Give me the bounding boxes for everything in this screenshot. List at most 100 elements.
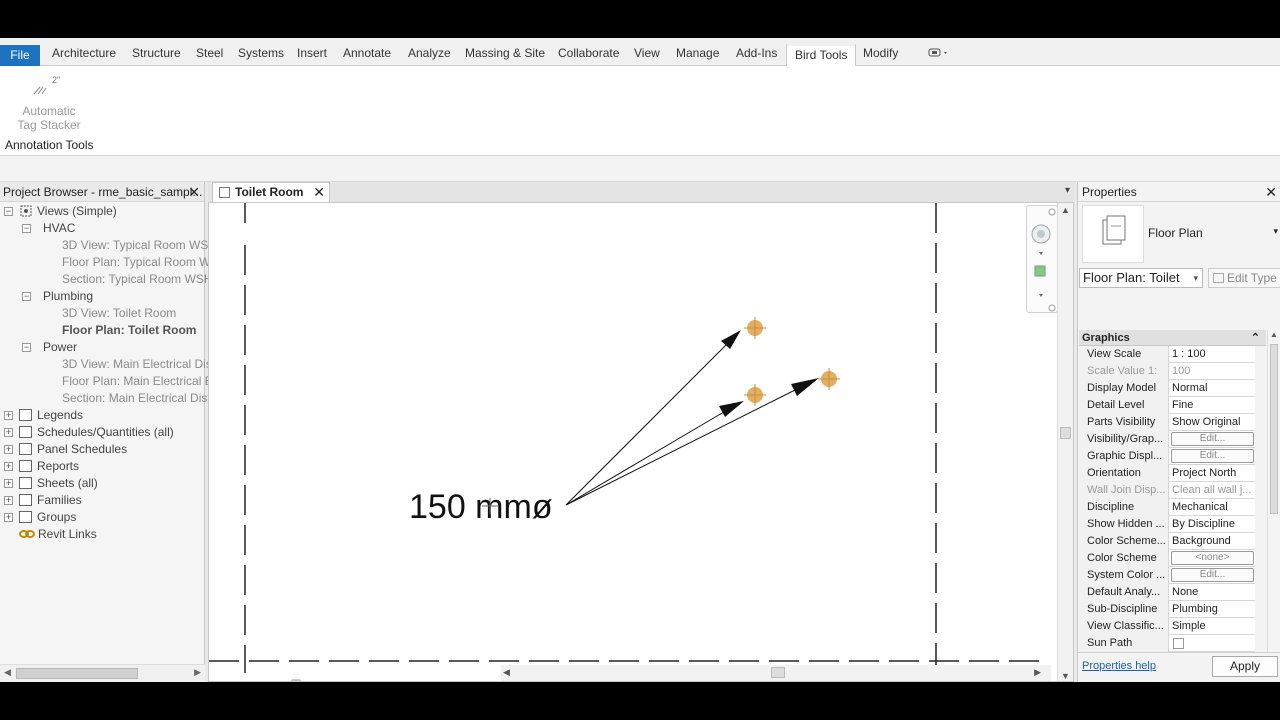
- prop-value[interactable]: Simple: [1170, 618, 1255, 635]
- prop-view-scale[interactable]: View Scale 1 : 100: [1079, 346, 1255, 363]
- tab-annotate[interactable]: Annotate: [343, 43, 391, 63]
- expand-icon[interactable]: +: [4, 428, 13, 437]
- tab-steel[interactable]: Steel: [196, 43, 223, 63]
- visibility-graphics-edit-button[interactable]: Edit...: [1171, 432, 1254, 446]
- tab-insert[interactable]: Insert: [297, 43, 327, 63]
- group-graphics[interactable]: Graphics ⌃: [1079, 330, 1266, 346]
- tree-plumbing[interactable]: Plumbing: [43, 288, 93, 305]
- prop-graphic-display[interactable]: Graphic Displ... Edit...: [1079, 448, 1255, 465]
- tree-item-section-main-electrical[interactable]: Section: Main Electrical Distr: [62, 390, 215, 407]
- scrollbar-thumb[interactable]: [16, 668, 138, 679]
- tree-item-floor-plan-main-electrical[interactable]: Floor Plan: Main Electrical Ec: [62, 373, 219, 390]
- prop-color-scheme-location[interactable]: Color Scheme... Background: [1079, 533, 1255, 550]
- tree-item-3d-view-main-electrical[interactable]: 3D View: Main Electrical Dist: [62, 356, 215, 373]
- canvas-horizontal-scrollbar[interactable]: ◀ ▶: [501, 665, 1051, 681]
- prop-show-hidden-lines[interactable]: Show Hidden ... By Discipline: [1079, 516, 1255, 533]
- tree-reports[interactable]: Reports: [19, 458, 79, 475]
- tree-sheets[interactable]: Sheets (all): [19, 475, 98, 492]
- tag-stacker-icon[interactable]: 2": [28, 74, 68, 96]
- prop-value[interactable]: 1 : 100: [1170, 346, 1255, 363]
- tab-menu-icon[interactable]: ▾: [1065, 185, 1070, 196]
- prop-detail-level[interactable]: Detail Level Fine: [1079, 397, 1255, 414]
- tree-item-3d-view-typical-room[interactable]: 3D View: Typical Room WSH: [62, 237, 217, 254]
- sun-path-checkbox[interactable]: [1173, 638, 1184, 649]
- tab-toilet-room[interactable]: Toilet Room ✕: [212, 182, 330, 202]
- browser-horizontal-scrollbar[interactable]: ◀ ▶: [0, 664, 205, 682]
- tab-manage[interactable]: Manage: [676, 43, 719, 63]
- close-icon[interactable]: ✕: [1265, 182, 1277, 202]
- scroll-right-icon[interactable]: ▶: [1034, 667, 1041, 678]
- close-icon[interactable]: ✕: [313, 183, 325, 202]
- ribbon-display-toggle[interactable]: [926, 45, 950, 61]
- apply-button[interactable]: Apply: [1212, 656, 1278, 677]
- tab-architecture[interactable]: Architecture: [52, 43, 116, 63]
- scroll-up-icon[interactable]: ▲: [1270, 330, 1278, 339]
- tree-item-3d-view-toilet-room[interactable]: 3D View: Toilet Room: [62, 305, 176, 322]
- prop-visibility-graphics[interactable]: Visibility/Grap... Edit...: [1079, 431, 1255, 448]
- prop-value[interactable]: Background: [1170, 533, 1255, 550]
- tree-revit-links[interactable]: Revit Links: [19, 526, 97, 543]
- tree-item-floor-plan-typical-room[interactable]: Floor Plan: Typical Room WS: [62, 254, 219, 271]
- collapse-icon[interactable]: −: [22, 343, 31, 352]
- prop-discipline[interactable]: Discipline Mechanical: [1079, 499, 1255, 516]
- tree-item-floor-plan-toilet-room[interactable]: Floor Plan: Toilet Room: [62, 322, 196, 339]
- scroll-down-icon[interactable]: ▼: [1061, 671, 1070, 681]
- drawing-canvas[interactable]: 150 mmø ▲ ▼ ◀ ▶: [208, 202, 1074, 682]
- tab-view[interactable]: View: [634, 43, 660, 63]
- color-scheme-button[interactable]: <none>: [1171, 551, 1254, 565]
- prop-display-model[interactable]: Display Model Normal: [1079, 380, 1255, 397]
- prop-system-color-schemes[interactable]: System Color ... Edit...: [1079, 567, 1255, 584]
- scroll-left-icon[interactable]: ◀: [4, 667, 11, 678]
- tree-views[interactable]: Views (Simple): [19, 203, 117, 220]
- properties-vertical-scrollbar[interactable]: ▲: [1267, 330, 1280, 682]
- tree-item-section-typical-room[interactable]: Section: Typical Room WSHI: [62, 271, 216, 288]
- type-selector-preview[interactable]: [1082, 205, 1144, 263]
- tab-structure[interactable]: Structure: [132, 43, 181, 63]
- expand-icon[interactable]: +: [4, 479, 13, 488]
- tab-add-ins[interactable]: Add-Ins: [736, 43, 777, 63]
- collapse-icon[interactable]: −: [4, 207, 13, 216]
- prop-value[interactable]: Normal: [1170, 380, 1255, 397]
- tab-file[interactable]: File: [0, 45, 40, 66]
- prop-sub-discipline[interactable]: Sub-Discipline Plumbing: [1079, 601, 1255, 618]
- tree-legends[interactable]: Legends: [19, 407, 83, 424]
- prop-value[interactable]: Show Original: [1170, 414, 1255, 431]
- graphic-display-edit-button[interactable]: Edit...: [1171, 449, 1254, 463]
- tree-groups[interactable]: Groups: [19, 509, 76, 526]
- scrollbar-thumb[interactable]: [1270, 344, 1278, 514]
- automatic-tag-stacker-button[interactable]: Automatic Tag Stacker: [10, 104, 88, 132]
- tree-hvac[interactable]: HVAC: [43, 220, 75, 237]
- tab-modify[interactable]: Modify: [863, 43, 898, 63]
- tab-massing-site[interactable]: Massing & Site: [465, 43, 545, 63]
- prop-value[interactable]: Fine: [1170, 397, 1255, 414]
- collapse-group-icon[interactable]: ⌃: [1251, 330, 1260, 346]
- edit-type-button[interactable]: Edit Type: [1208, 268, 1280, 288]
- system-color-edit-button[interactable]: Edit...: [1171, 568, 1254, 582]
- scroll-left-icon[interactable]: ◀: [503, 667, 510, 678]
- collapse-icon[interactable]: −: [22, 224, 31, 233]
- tree-families[interactable]: Families: [19, 492, 82, 509]
- tab-bird-tools[interactable]: Bird Tools: [786, 44, 857, 66]
- tab-collaborate[interactable]: Collaborate: [558, 43, 619, 63]
- prop-view-classification[interactable]: View Classific... Simple: [1079, 618, 1255, 635]
- prop-value[interactable]: Plumbing: [1170, 601, 1255, 618]
- prop-orientation[interactable]: Orientation Project North: [1079, 465, 1255, 482]
- expand-icon[interactable]: +: [4, 513, 13, 522]
- prop-value[interactable]: Project North: [1170, 465, 1255, 482]
- expand-icon[interactable]: +: [4, 411, 13, 420]
- instance-filter-dropdown[interactable]: Floor Plan: Toilet ▾: [1079, 268, 1203, 288]
- tree-schedules[interactable]: Schedules/Quantities (all): [19, 424, 174, 441]
- collapse-icon[interactable]: −: [22, 292, 31, 301]
- properties-help-link[interactable]: Properties help: [1082, 660, 1156, 672]
- scroll-up-icon[interactable]: ▲: [1061, 205, 1070, 215]
- tree-panel-schedules[interactable]: Panel Schedules: [19, 441, 127, 458]
- scroll-right-icon[interactable]: ▶: [194, 667, 201, 678]
- prop-value[interactable]: By Discipline: [1170, 516, 1255, 533]
- prop-sun-path[interactable]: Sun Path: [1079, 635, 1255, 652]
- prop-value[interactable]: Mechanical: [1170, 499, 1255, 516]
- prop-parts-visibility[interactable]: Parts Visibility Show Original: [1079, 414, 1255, 431]
- type-selector-dropdown-icon[interactable]: ▾: [1273, 226, 1278, 237]
- tab-systems[interactable]: Systems: [238, 43, 284, 63]
- canvas-vertical-scrollbar[interactable]: ▲ ▼: [1057, 203, 1073, 681]
- scrollbar-thumb[interactable]: [771, 667, 785, 678]
